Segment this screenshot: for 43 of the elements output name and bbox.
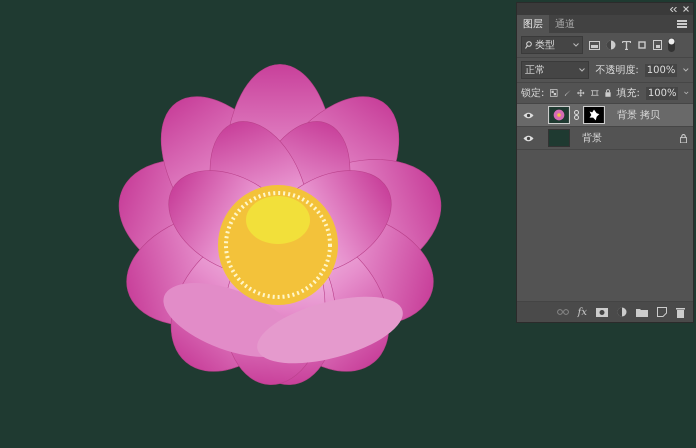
search-icon xyxy=(525,41,532,49)
folder-icon[interactable] xyxy=(636,308,648,316)
menu-icon[interactable] xyxy=(677,20,687,28)
layer-row[interactable]: 背景 xyxy=(517,127,693,150)
half-circle-icon[interactable] xyxy=(606,40,616,50)
chain-icon[interactable] xyxy=(574,110,579,120)
close-icon[interactable] xyxy=(683,6,689,12)
fill-label: 填充: xyxy=(616,86,640,100)
new-layer-icon[interactable] xyxy=(657,307,667,317)
toggle-icon[interactable] xyxy=(668,38,675,52)
panel-tab[interactable]: 图层 xyxy=(517,15,549,33)
caret-icon xyxy=(579,68,586,72)
opacity-field[interactable]: 100% xyxy=(644,64,678,76)
link-icon[interactable] xyxy=(556,309,569,315)
half-circle-icon[interactable] xyxy=(617,307,627,317)
layer-row[interactable]: 背景 拷贝 xyxy=(517,104,693,127)
lock-icon[interactable] xyxy=(604,88,611,98)
mask-icon[interactable] xyxy=(596,308,608,316)
blend-mode-value: 正常 xyxy=(525,64,545,77)
trash-icon[interactable] xyxy=(676,306,685,318)
effects-button[interactable]: fx xyxy=(578,306,587,318)
filter-dropdown[interactable]: 类型 xyxy=(521,36,583,54)
eye-icon[interactable] xyxy=(523,134,534,142)
checkerboard-icon[interactable] xyxy=(550,88,558,98)
blend-mode-dropdown[interactable]: 正常 xyxy=(521,61,590,79)
lock-label: 锁定: xyxy=(521,86,544,100)
panel-tab[interactable]: 通道 xyxy=(549,15,581,33)
layer-thumbnail xyxy=(548,129,570,147)
eye-icon[interactable] xyxy=(523,112,534,118)
layer-name: 背景 拷贝 xyxy=(617,108,660,122)
fill-field[interactable]: 100% xyxy=(646,86,678,100)
type-icon[interactable] xyxy=(622,40,631,50)
filter-value: 类型 xyxy=(535,38,555,52)
caret-icon[interactable] xyxy=(683,68,689,72)
move-icon[interactable] xyxy=(577,88,585,98)
layer-name: 背景 xyxy=(582,132,602,145)
opacity-label: 不透明度: xyxy=(595,64,639,77)
caret-icon xyxy=(573,43,579,47)
caret-icon[interactable] xyxy=(684,91,689,95)
flower-thumbnail xyxy=(548,106,570,124)
collapse-icon[interactable] xyxy=(670,6,677,12)
image-icon[interactable] xyxy=(589,40,600,50)
document-icon[interactable] xyxy=(653,40,662,50)
